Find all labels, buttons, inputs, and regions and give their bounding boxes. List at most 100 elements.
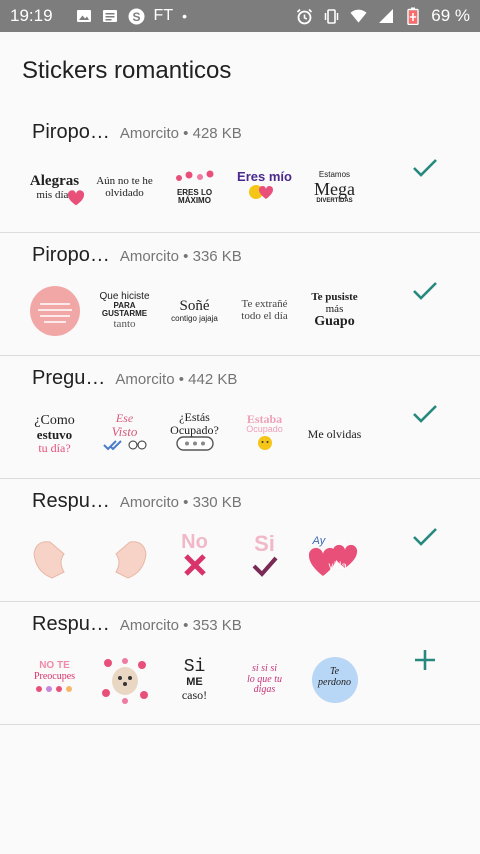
pack-size: 330 KB [192, 494, 242, 511]
pack-meta: Amorcito • 336 KB [120, 248, 242, 265]
pack-meta: Amorcito • 428 KB [120, 125, 242, 142]
notification-dot-icon: • [182, 8, 187, 24]
sticker-preview-strip: ¿Como estuvo tu día? Ese Visto ¿Estás Oc… [24, 406, 365, 462]
sticker-te-pusiste-mas-guapo: Te pusiste más Guapo [304, 283, 365, 339]
pink-circle-sticker [29, 286, 80, 336]
emoji-icon [257, 435, 272, 450]
checkmark-icon [413, 159, 437, 177]
sticker-text: olvidado [105, 187, 144, 199]
sticker-text: Ocupado [246, 424, 283, 435]
pack-size: 428 KB [192, 125, 242, 142]
sticker-pack-row[interactable]: Piropo… Amorcito • 336 KB Que hiciste PA… [0, 233, 480, 356]
pack-author: Amorcito [115, 371, 175, 388]
sticker-alegras-mis-dias: Alegras mis días [24, 160, 85, 216]
pack-name: Piropo… [32, 121, 110, 143]
sticker-text: Te pusiste [311, 291, 358, 304]
sticker-sone-contigo: Soñé contigo jajaja [164, 283, 225, 339]
pack-name: Piropo… [32, 244, 110, 266]
pack-added-indicator[interactable] [410, 399, 440, 429]
sticker-pack-row[interactable]: Respu… Amorcito • 353 KB NO TE Preocupes… [0, 602, 480, 725]
pack-meta: Amorcito • 330 KB [120, 494, 242, 511]
sticker-text: Eres mío [237, 168, 292, 184]
sticker-text: Preocupes [33, 670, 76, 682]
sticker-puppy-hearts [94, 652, 155, 708]
skype-icon: S [128, 8, 145, 25]
meta-separator: • [183, 617, 189, 634]
sticker-text: caso! [181, 687, 208, 702]
sticker-estaba-ocupado: Estaba Ocupado [234, 406, 295, 462]
sticker-pack-row[interactable]: Respu… Amorcito • 330 KB No Si Ay mi vid… [0, 479, 480, 602]
sticker-text: PARA GUSTARME [101, 301, 148, 319]
hand-heart-icon [114, 541, 147, 579]
sticker-pack-row[interactable]: Piropo… Amorcito • 428 KB Alegras mis dí… [0, 110, 480, 233]
sticker-text: Alegras [29, 173, 80, 190]
sticker-no: No [164, 529, 225, 585]
sticker-preview-strip: NO TE Preocupes Si ME caso! si si si lo … [24, 652, 365, 708]
meta-separator: • [183, 125, 189, 142]
sticker-text: DIVERTIDAS [316, 198, 353, 205]
sticker-si: Si [234, 529, 295, 585]
page-title: Stickers romanticos [22, 57, 232, 84]
pack-header: Respu… Amorcito • 353 KB [32, 613, 242, 636]
pack-header: Pregu… Amorcito • 442 KB [32, 367, 237, 390]
sticker-text: perdono [318, 676, 351, 688]
status-bar: 19:19 S FT • 69 % [0, 0, 480, 32]
pack-added-indicator[interactable] [410, 276, 440, 306]
image-icon [76, 8, 93, 25]
sticker-como-estuvo-tu-dia: ¿Como estuvo tu día? [24, 406, 85, 462]
sticker-text: Ocupado? [170, 422, 219, 437]
signal-icon [377, 8, 394, 25]
sticker-text: tu día? [38, 440, 71, 455]
hearts-icon [36, 686, 73, 693]
pack-meta: Amorcito • 353 KB [120, 617, 242, 634]
pack-name: Respu… [32, 613, 110, 635]
double-check-icon [102, 440, 146, 451]
messages-icon [102, 8, 119, 25]
sticker-ay-mi-vida: Ay mi vida [304, 529, 365, 585]
sticker-text: contigo jajaja [171, 313, 218, 323]
sticker-text: Mega [314, 178, 355, 199]
pack-size: 353 KB [192, 617, 242, 634]
pack-added-indicator[interactable] [410, 153, 440, 183]
sticker-te-extrane-todo-el-dia: Te extrañé todo el día [234, 283, 295, 339]
emoji-hearts-icon [249, 185, 274, 200]
pack-author: Amorcito [119, 494, 179, 511]
vibrate-icon [323, 8, 340, 25]
sticker-eres-mio: Eres mío [234, 160, 295, 216]
sticker-hand-heart-left [24, 529, 85, 585]
heart-icon [68, 190, 85, 206]
pack-author: Amorcito [119, 617, 179, 634]
add-pack-button[interactable] [410, 645, 440, 675]
pack-added-indicator[interactable] [410, 522, 440, 552]
sticker-pack-row[interactable]: Pregu… Amorcito • 442 KB ¿Como estuvo tu… [0, 356, 480, 479]
pack-header: Piropo… Amorcito • 336 KB [32, 244, 242, 267]
sticker-text: todo el día [241, 310, 288, 322]
checkmark-icon [413, 528, 437, 546]
carrier-text: FT [153, 7, 174, 24]
check-icon [252, 556, 278, 578]
typing-bubble-icon [175, 436, 214, 451]
pack-author: Amorcito [119, 248, 179, 265]
sticker-preview-strip: No Si Ay mi vida [24, 529, 365, 585]
pack-name: Pregu… [32, 367, 106, 389]
app-bar: Stickers romanticos [0, 32, 480, 110]
sticker-eres-lo-maximo: ERES LO MÁXIMO [164, 160, 225, 216]
puppy-hearts-icon [101, 658, 148, 704]
hearts-icon [175, 170, 213, 182]
pack-header: Piropo… Amorcito • 428 KB [32, 121, 242, 144]
sticker-text: mi [336, 537, 347, 547]
battery-level: 69 % [431, 6, 470, 25]
alarm-icon [296, 8, 313, 25]
sticker-si-si-si-lo-que-tu-digas: si si si lo que tu digas [234, 652, 295, 708]
sticker-text: vida [328, 561, 347, 572]
sticker-pink-circle-note [24, 283, 85, 339]
sticker-text: No [181, 531, 208, 554]
pack-author: Amorcito [119, 125, 179, 142]
sticker-estamos-mega-divertidas: Estamos Mega DIVERTIDAS [304, 160, 365, 216]
sticker-estas-ocupado: ¿Estás Ocupado? [164, 406, 225, 462]
battery-icon [404, 7, 421, 25]
sticker-text: Visto [111, 424, 138, 440]
hand-heart-icon [32, 541, 65, 579]
sticker-no-te-preocupes: NO TE Preocupes [24, 652, 85, 708]
sticker-text: Te [329, 666, 340, 677]
